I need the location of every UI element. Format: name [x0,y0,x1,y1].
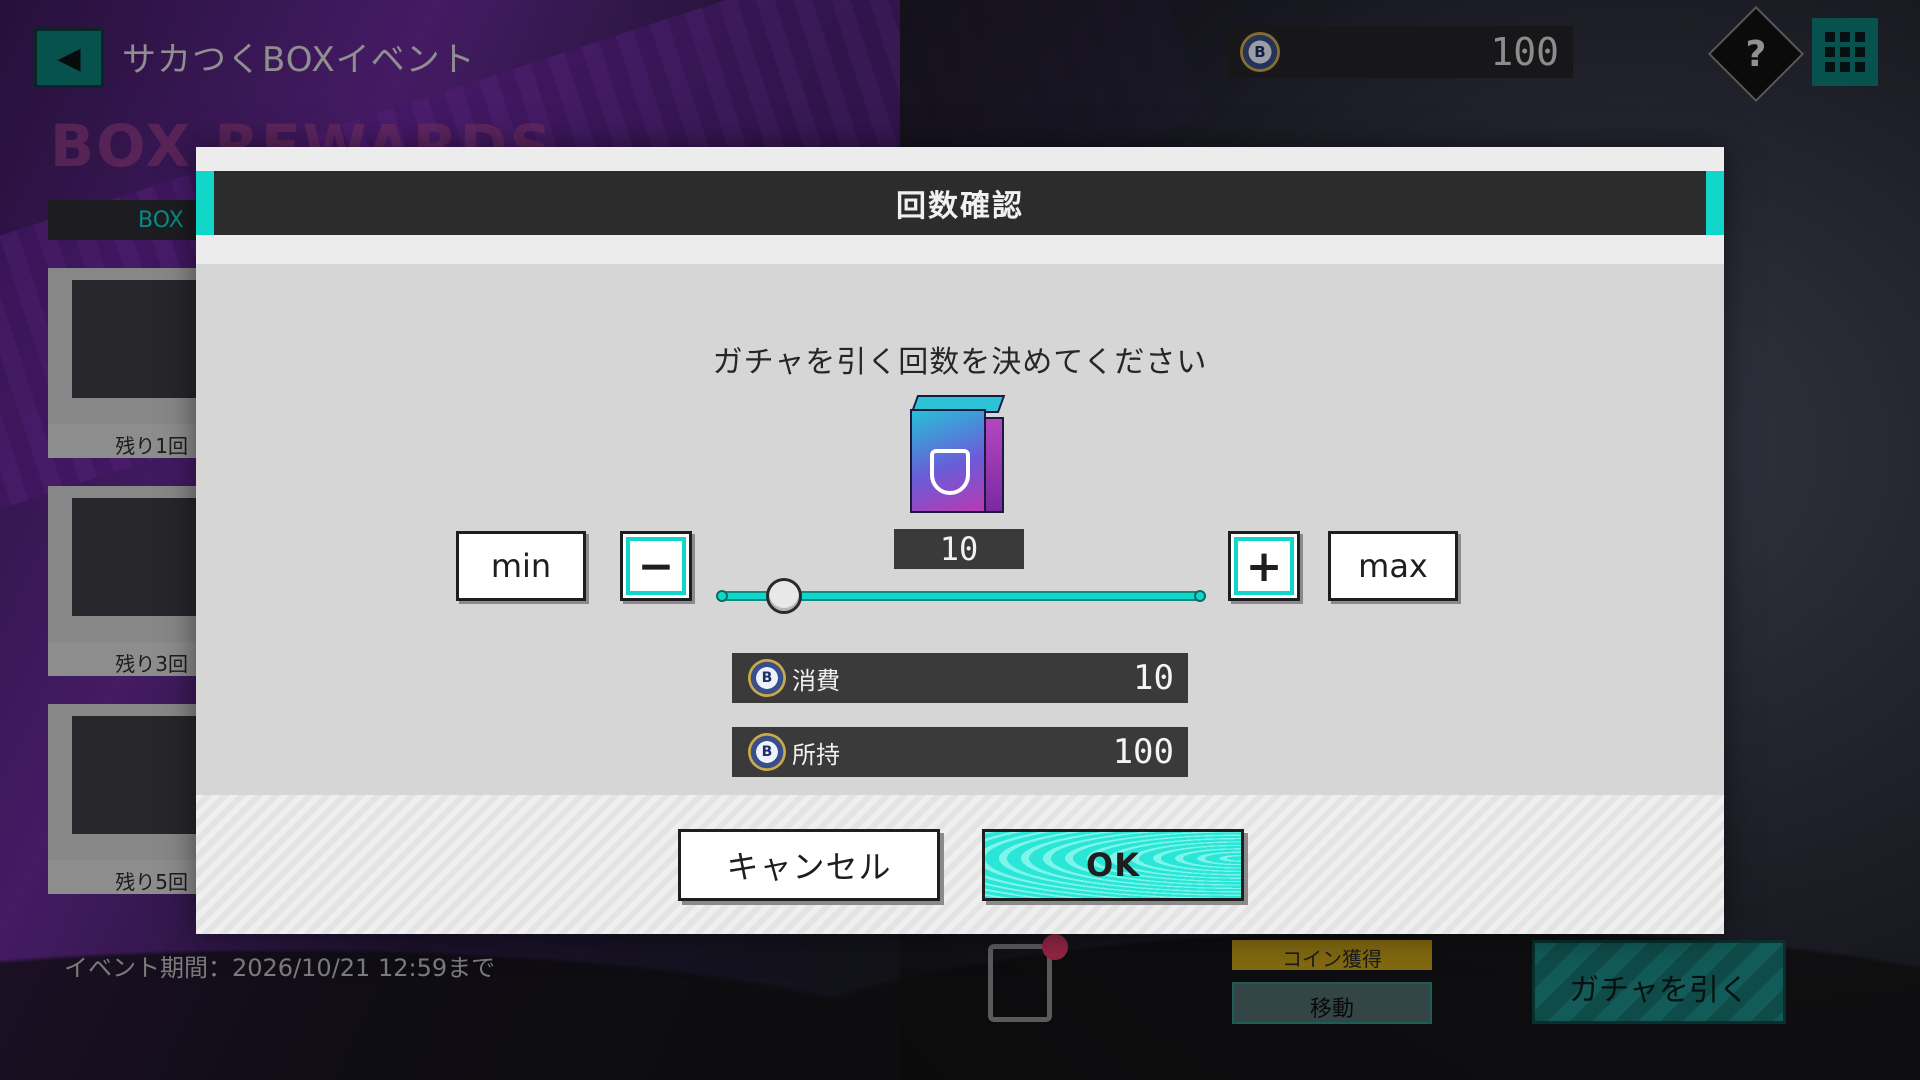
box-item-icon [910,395,1006,515]
b-coin-icon: B [748,733,786,771]
decrement-button[interactable]: − [620,531,692,601]
cost-label: 消費 [792,666,840,695]
dialog-header: 回数確認 [196,171,1724,235]
slider-end-cap [1194,590,1206,602]
max-button[interactable]: max [1328,531,1458,601]
cost-value: 10 [1133,658,1174,698]
b-coin-icon: B [748,659,786,697]
ok-button[interactable]: OK [982,829,1244,901]
owned-value: 100 [1112,732,1174,772]
dialog-title: 回数確認 [896,189,1024,224]
cost-row: B 消費 10 [732,653,1188,703]
increment-button[interactable]: + [1228,531,1300,601]
count-slider-thumb[interactable] [766,578,803,614]
dialog-prompt: ガチャを引く回数を決めてください [712,345,1208,380]
slider-start-cap [716,590,728,602]
min-button[interactable]: min [456,531,586,601]
owned-label: 所持 [792,740,840,769]
count-confirm-dialog: 回数確認 ガチャを引く回数を決めてください 10 min − + max B 消… [196,147,1724,934]
dialog-footer [196,795,1724,934]
owned-row: B 所持 100 [732,727,1188,777]
draw-count-value: 10 [894,529,1024,569]
cancel-button[interactable]: キャンセル [678,829,940,901]
